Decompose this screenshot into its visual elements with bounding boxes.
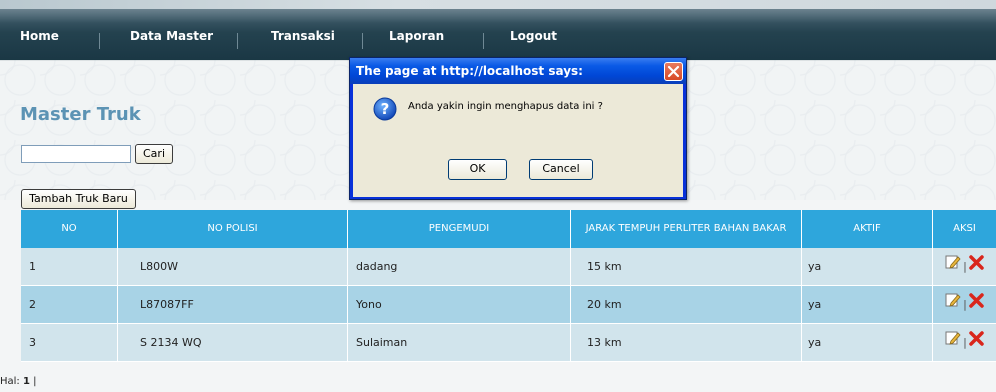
nav-separator (362, 33, 363, 49)
nav-bar-shine (0, 9, 996, 23)
nav-bar: Home Data Master Transaksi Laporan Logou… (0, 9, 996, 61)
aksi-separator: | (963, 336, 967, 349)
pagination: Hal: 1 | (0, 376, 37, 387)
column-header-pengemudi: PENGEMUDI (348, 210, 571, 248)
add-truck-button[interactable]: Tambah Truk Baru (21, 189, 136, 209)
pagination-label: Hal: (0, 376, 20, 387)
search-button[interactable]: Cari (135, 144, 173, 164)
nav-separator (99, 33, 100, 49)
cell-aksi: | (933, 286, 996, 324)
cell-jarak: 20 km (571, 286, 802, 324)
cancel-button[interactable]: Cancel (529, 159, 593, 180)
cell-jarak: 13 km (571, 324, 802, 362)
cell-aktif: ya (802, 286, 933, 324)
cell-pengemudi: Yono (348, 286, 571, 324)
cell-aktif: ya (802, 324, 933, 362)
question-icon: ? (373, 97, 397, 121)
cell-no-polisi: L87087FF (118, 286, 348, 324)
edit-icon[interactable] (945, 286, 961, 324)
pagination-separator: | (33, 376, 37, 387)
nav-separator (237, 33, 238, 49)
dialog-title: The page at http://localhost says: (350, 58, 686, 84)
cell-pengemudi: dadang (348, 248, 571, 286)
table-row: 3 S 2134 WQ Sulaiman 13 km ya | (21, 324, 996, 362)
column-header-jarak: JARAK TEMPUH PERLITER BAHAN BAKAR (571, 210, 802, 248)
svg-text:?: ? (381, 100, 390, 118)
nav-item-transaksi[interactable]: Transaksi (271, 29, 335, 47)
aksi-separator: | (963, 298, 967, 311)
nav-item-home[interactable]: Home (20, 29, 59, 47)
edit-icon[interactable] (945, 248, 961, 286)
cell-aksi: | (933, 324, 996, 362)
top-banner-strip (0, 0, 996, 9)
column-header-aksi: AKSI (953, 223, 976, 234)
column-header-no: NO (21, 210, 118, 248)
column-header-no-polisi: NO POLISI (118, 210, 348, 248)
nav-item-laporan[interactable]: Laporan (389, 29, 444, 47)
dialog-body: ? Anda yakin ingin menghapus data ini ? … (353, 84, 683, 197)
page-title: Master Truk (20, 104, 141, 125)
cell-pengemudi: Sulaiman (348, 324, 571, 362)
search-input[interactable] (21, 145, 131, 163)
cell-jarak: 15 km (571, 248, 802, 286)
close-icon (667, 65, 680, 78)
table-header: NO NO POLISI PENGEMUDI JARAK TEMPUH PERL… (21, 210, 996, 248)
pagination-current-page[interactable]: 1 (23, 376, 30, 387)
cell-no: 2 (21, 286, 118, 324)
table-row: 1 L800W dadang 15 km ya | (21, 248, 996, 286)
table-row: 2 L87087FF Yono 20 km ya | (21, 286, 996, 324)
cell-no-polisi: S 2134 WQ (118, 324, 348, 362)
delete-icon[interactable] (969, 324, 984, 362)
cell-no: 3 (21, 324, 118, 362)
dialog-message: Anda yakin ingin menghapus data ini ? (408, 101, 603, 112)
delete-icon[interactable] (969, 248, 984, 286)
cell-aktif: ya (802, 248, 933, 286)
nav-item-logout[interactable]: Logout (510, 29, 557, 47)
cell-no-polisi: L800W (118, 248, 348, 286)
cell-no: 1 (21, 248, 118, 286)
column-header-aktif: AKTIF (802, 210, 933, 248)
aksi-separator: | (963, 260, 967, 273)
confirm-dialog: The page at http://localhost says: ? And… (349, 57, 687, 200)
nav-item-data-master[interactable]: Data Master (130, 29, 213, 47)
nav-separator (483, 33, 484, 49)
delete-icon[interactable] (969, 286, 984, 324)
ok-button[interactable]: OK (448, 159, 507, 180)
cell-aksi: | (933, 248, 996, 286)
edit-icon[interactable] (945, 324, 961, 362)
dialog-close-button[interactable] (664, 62, 683, 81)
